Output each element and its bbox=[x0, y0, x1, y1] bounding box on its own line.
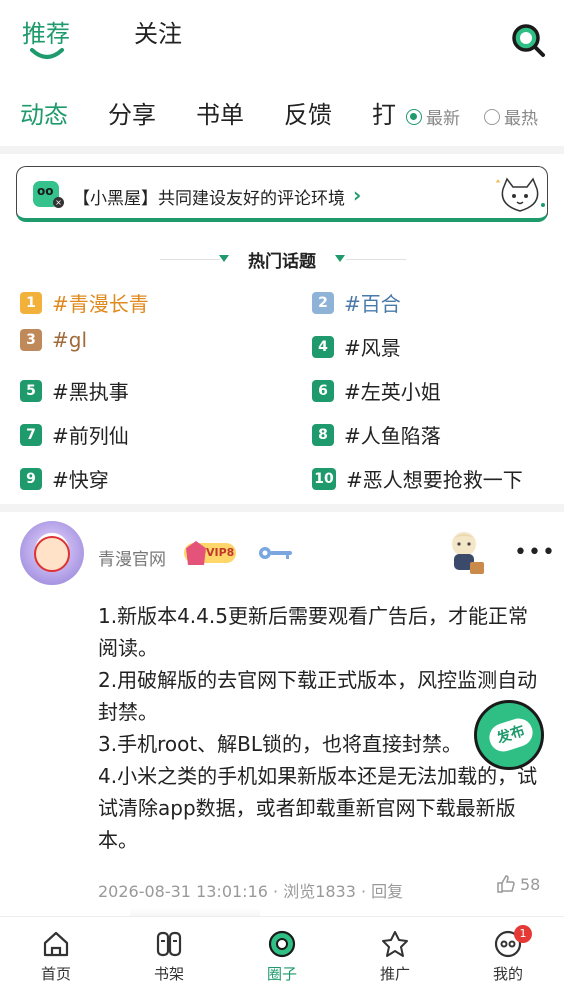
post-meta: 2026-08-31 13:01:16 · 浏览1833 · 回复 bbox=[98, 882, 404, 901]
publish-button[interactable]: 发布 bbox=[474, 700, 544, 770]
notice-text: 【小黑屋】共同建设友好的评论环境 bbox=[73, 189, 345, 209]
topic-label: #百合 bbox=[344, 292, 401, 316]
divider bbox=[0, 504, 564, 512]
topic-label: #快穿 bbox=[52, 468, 109, 492]
character-decoration-icon bbox=[450, 532, 484, 574]
nav-promote[interactable]: 推广 bbox=[355, 929, 435, 984]
post-line: 4.小米之类的手机如果新版本还是无法加载的，试试清除app数据，或者卸载重新官网… bbox=[98, 764, 538, 852]
vip-badge: VIP8 bbox=[184, 543, 236, 563]
hot-topics-title: 热门话题 bbox=[248, 252, 316, 272]
topic-item[interactable]: 4 #风景 bbox=[312, 332, 401, 361]
nav-mine[interactable]: 1 我的 bbox=[468, 925, 548, 984]
tab-dynamic[interactable]: 动态 bbox=[20, 95, 68, 130]
rank-badge: 2 bbox=[312, 291, 334, 314]
cat-mascot-icon bbox=[496, 177, 545, 212]
top-tab-bar: 推荐 关注 bbox=[0, 0, 564, 80]
search-icon[interactable] bbox=[510, 22, 546, 58]
sub-tab-bar: 动态 分享 书单 反馈 打 最新 最热 bbox=[0, 90, 564, 136]
topic-label: #前列仙 bbox=[52, 424, 129, 448]
notification-badge: 1 bbox=[514, 925, 532, 943]
topic-item[interactable]: 8 #人鱼陷落 bbox=[312, 420, 441, 449]
thumbs-up-icon bbox=[497, 875, 515, 893]
nav-promote-label: 推广 bbox=[379, 965, 410, 983]
rank-badge: 6 bbox=[312, 379, 334, 402]
post-line: 1.新版本4.4.5更新后需要观看广告后，才能正常阅读。 bbox=[98, 604, 528, 660]
radio-unchecked-icon bbox=[484, 108, 500, 125]
topic-item[interactable]: 10 #恶人想要抢救一下 bbox=[312, 464, 523, 493]
rank-badge: 8 bbox=[312, 423, 334, 446]
tab-partial[interactable]: 打 bbox=[372, 95, 396, 130]
rank-badge: 3 bbox=[20, 329, 42, 351]
topic-item[interactable]: 7 #前列仙 bbox=[20, 420, 129, 449]
circle-icon bbox=[268, 930, 296, 958]
sort-latest[interactable]: 最新 bbox=[406, 104, 460, 129]
nav-shelf-label: 书架 bbox=[153, 965, 184, 983]
rank-badge: 5 bbox=[20, 379, 42, 402]
topic-label: #人鱼陷落 bbox=[344, 424, 441, 448]
avatar-character-icon bbox=[34, 536, 70, 572]
tab-share[interactable]: 分享 bbox=[108, 95, 156, 130]
rank-badge: 1 bbox=[20, 291, 42, 314]
topic-item[interactable]: 1 #青漫长青 bbox=[20, 288, 149, 317]
like-button[interactable]: 58 bbox=[496, 874, 540, 894]
notice-banner[interactable]: × 【小黑屋】共同建设友好的评论环境 › bbox=[16, 166, 548, 222]
tab-feedback[interactable]: 反馈 bbox=[284, 95, 332, 130]
divider-line bbox=[346, 259, 406, 260]
divider bbox=[0, 146, 564, 154]
topic-label: #青漫长青 bbox=[52, 292, 149, 316]
sort-latest-label: 最新 bbox=[426, 109, 460, 129]
topic-label: #风景 bbox=[344, 336, 401, 360]
nav-mine-label: 我的 bbox=[492, 965, 523, 983]
rank-badge: 10 bbox=[312, 467, 336, 490]
sort-hot-label: 最热 bbox=[504, 109, 538, 129]
tab-follow[interactable]: 关注 bbox=[134, 14, 182, 49]
nav-home[interactable]: 首页 bbox=[16, 929, 96, 984]
topic-item[interactable]: 5 #黑执事 bbox=[20, 376, 129, 405]
nav-circle-label: 圈子 bbox=[266, 965, 297, 983]
nav-circle[interactable]: 圈子 bbox=[242, 929, 322, 984]
topic-label: #gl bbox=[52, 328, 88, 352]
bottom-nav: 首页 书架 圈子 推广 1 我的 bbox=[0, 916, 564, 1003]
rank-badge: 9 bbox=[20, 467, 42, 490]
topic-label: #黑执事 bbox=[52, 380, 129, 404]
tab-recommend[interactable]: 推荐 bbox=[22, 14, 70, 49]
nav-shelf[interactable]: 书架 bbox=[129, 929, 209, 984]
chevron-right-icon: › bbox=[353, 183, 362, 207]
topic-label: #左英小姐 bbox=[344, 380, 441, 404]
post-line: 2.用破解版的去官网下载正式版本，风控监测自动封禁。 bbox=[98, 668, 538, 724]
post-content: 1.新版本4.4.5更新后需要观看广告后，才能正常阅读。 2.用破解版的去官网下… bbox=[98, 600, 538, 856]
topic-label: #恶人想要抢救一下 bbox=[346, 468, 523, 492]
triangle-icon bbox=[335, 255, 345, 262]
topic-item[interactable]: 3 #gl bbox=[20, 328, 87, 352]
nav-home-label: 首页 bbox=[40, 965, 71, 983]
tab-booklist[interactable]: 书单 bbox=[196, 95, 244, 130]
topic-item[interactable]: 9 #快穿 bbox=[20, 464, 109, 493]
username[interactable]: 青漫官网 bbox=[98, 545, 166, 570]
home-icon bbox=[43, 931, 69, 957]
topic-item[interactable]: 2 #百合 bbox=[312, 288, 401, 317]
topic-item[interactable]: 6 #左英小姐 bbox=[312, 376, 441, 405]
sort-hot[interactable]: 最热 bbox=[484, 104, 538, 129]
smile-underline-icon bbox=[30, 48, 64, 59]
rank-badge: 4 bbox=[312, 335, 334, 358]
more-icon[interactable]: ••• bbox=[514, 540, 556, 565]
like-count: 58 bbox=[520, 874, 541, 894]
rank-badge: 7 bbox=[20, 423, 42, 446]
promote-icon bbox=[382, 931, 408, 957]
close-mark-icon: × bbox=[53, 197, 64, 208]
bookshelf-icon bbox=[156, 931, 182, 957]
radio-checked-icon bbox=[406, 108, 422, 125]
key-badge-icon bbox=[259, 547, 292, 559]
post-line: 3.手机root、解BL锁的，也将直接封禁。 bbox=[98, 732, 463, 756]
next-post-fragment bbox=[130, 908, 260, 916]
publish-label: 发布 bbox=[485, 714, 537, 756]
